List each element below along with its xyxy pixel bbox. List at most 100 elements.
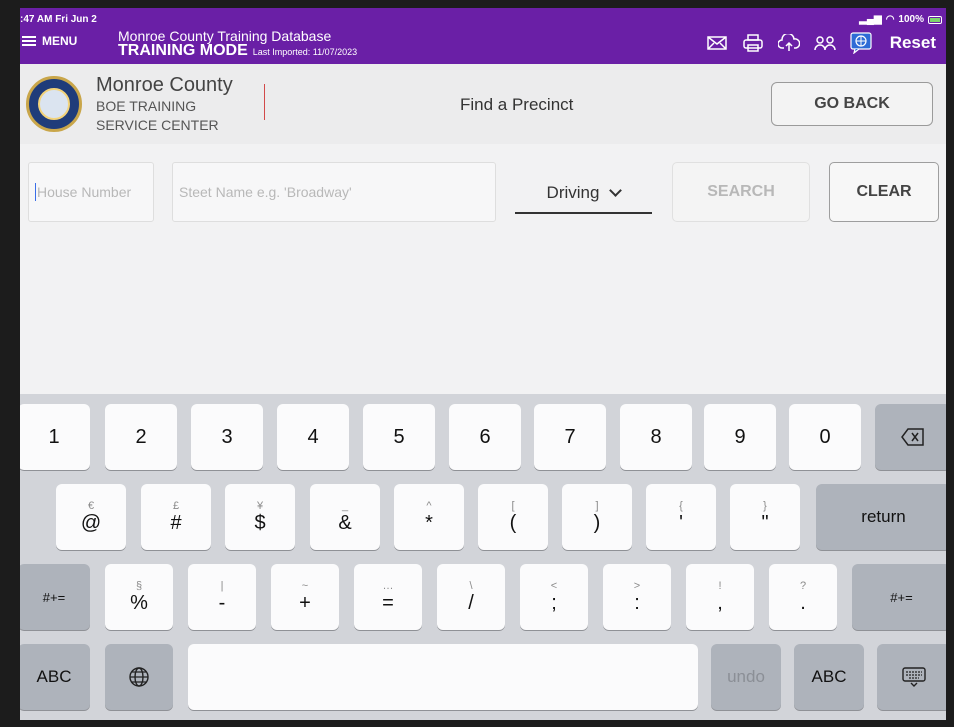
chevron-down-icon xyxy=(609,183,623,197)
key-alt-char: < xyxy=(550,580,558,592)
key-char: " xyxy=(761,512,769,534)
key-9[interactable]: 9 xyxy=(704,404,776,470)
cloud-upload-icon[interactable] xyxy=(777,32,800,54)
menu-label: MENU xyxy=(42,34,78,48)
travel-mode-select[interactable]: Driving xyxy=(515,174,652,214)
key-2[interactable]: 2 xyxy=(105,404,177,470)
key-6[interactable]: 6 xyxy=(449,404,521,470)
county-header: Monroe County BOE TRAINING SERVICE CENTE… xyxy=(20,64,946,144)
symbols-key-right[interactable]: #+= xyxy=(852,564,946,630)
key-right-paren[interactable]: ]) xyxy=(562,484,632,550)
key-semicolon[interactable]: <; xyxy=(520,564,588,630)
go-back-button[interactable]: GO BACK xyxy=(771,82,933,126)
key-char: / xyxy=(468,592,474,614)
key-alt-char: £ xyxy=(172,500,180,512)
battery-icon xyxy=(928,15,942,24)
key-char: % xyxy=(130,592,148,614)
abc-key-left[interactable]: ABC xyxy=(20,644,90,710)
key-alt-char: ! xyxy=(718,580,722,592)
ipad-screen: :47 AM Fri Jun 2 ▂▄▆ ◠ 100% MENU Monroe … xyxy=(20,8,946,720)
key-alt-char: … xyxy=(382,580,394,592)
street-name-input[interactable]: Steet Name e.g. 'Broadway' xyxy=(172,162,496,222)
header-toolbar: Reset xyxy=(706,32,936,54)
key-char: ) xyxy=(593,512,601,534)
key-8[interactable]: 8 xyxy=(620,404,692,470)
hide-keyboard-key[interactable] xyxy=(877,644,946,710)
county-name: Monroe County xyxy=(96,74,233,96)
symbols-key-left[interactable]: #+= xyxy=(20,564,90,630)
key-char: # xyxy=(170,512,182,534)
key-hyphen[interactable]: | - xyxy=(188,564,256,630)
key-alt-char: > xyxy=(633,580,641,592)
key-hash[interactable]: £ # xyxy=(141,484,211,550)
org-line-1: BOE TRAINING xyxy=(96,98,197,114)
abc-key-right[interactable]: ABC xyxy=(794,644,864,710)
key-alt-char: _ xyxy=(341,500,349,512)
mail-icon[interactable] xyxy=(706,32,728,54)
clear-button[interactable]: CLEAR xyxy=(829,162,939,222)
space-key[interactable] xyxy=(188,644,698,710)
key-percent[interactable]: §% xyxy=(105,564,173,630)
key-5[interactable]: 5 xyxy=(363,404,435,470)
key-alt-char: € xyxy=(87,500,95,512)
key-period[interactable]: ?. xyxy=(769,564,837,630)
key-7[interactable]: 7 xyxy=(534,404,606,470)
key-char: $ xyxy=(254,512,266,534)
printer-icon[interactable] xyxy=(742,32,764,54)
backspace-key[interactable] xyxy=(875,404,946,470)
search-button[interactable]: SEARCH xyxy=(672,162,810,222)
key-comma[interactable]: !, xyxy=(686,564,754,630)
key-apostrophe[interactable]: {' xyxy=(646,484,716,550)
key-ampersand[interactable]: _ & xyxy=(310,484,380,550)
app-header: :47 AM Fri Jun 2 ▂▄▆ ◠ 100% MENU Monroe … xyxy=(20,8,946,64)
key-dollar[interactable]: ¥ $ xyxy=(225,484,295,550)
key-char: ( xyxy=(509,512,517,534)
key-alt-char: } xyxy=(763,500,767,512)
page-title: Find a Precinct xyxy=(460,95,574,114)
key-char: ; xyxy=(551,592,557,614)
key-equals[interactable]: … = xyxy=(354,564,422,630)
key-alt-char: ¥ xyxy=(256,500,264,512)
key-3[interactable]: 3 xyxy=(191,404,263,470)
key-asterisk[interactable]: ^ * xyxy=(394,484,464,550)
mode-line: TRAINING MODE Last Imported: 11/07/2023 xyxy=(118,42,357,60)
key-alt-char: ~ xyxy=(301,580,309,592)
key-char: ' xyxy=(679,512,683,534)
key-0[interactable]: 0 xyxy=(789,404,861,470)
key-plus[interactable]: ~ + xyxy=(271,564,339,630)
key-alt-char: ] xyxy=(595,500,599,512)
status-indicators: ▂▄▆ ◠ 100% xyxy=(859,14,942,25)
key-left-paren[interactable]: [( xyxy=(478,484,548,550)
key-1[interactable]: 1 xyxy=(20,404,90,470)
reset-button[interactable]: Reset xyxy=(890,33,936,53)
return-key[interactable]: return xyxy=(816,484,946,550)
wifi-icon: ◠ xyxy=(885,14,895,25)
onscreen-keyboard: 1 2 3 4 5 6 7 8 9 0 € @ £ # ¥ $ _ & ^ * [( ])… xyxy=(20,394,946,720)
key-char: & xyxy=(338,512,352,534)
key-char: = xyxy=(382,592,394,614)
key-at[interactable]: € @ xyxy=(56,484,126,550)
key-char: , xyxy=(717,592,723,614)
street-name-placeholder: Steet Name e.g. 'Broadway' xyxy=(179,184,352,200)
key-char: . xyxy=(800,592,806,614)
chat-globe-icon[interactable] xyxy=(850,32,872,54)
key-4[interactable]: 4 xyxy=(277,404,349,470)
users-icon[interactable] xyxy=(813,32,836,54)
house-number-input[interactable]: House Number xyxy=(28,162,154,222)
keyboard-dismiss-icon xyxy=(902,667,926,687)
key-char: @ xyxy=(80,512,102,534)
globe-icon xyxy=(129,667,149,687)
key-char: + xyxy=(299,592,311,614)
key-colon[interactable]: >: xyxy=(603,564,671,630)
key-alt-char: ? xyxy=(799,580,807,592)
undo-key[interactable]: undo xyxy=(711,644,781,710)
house-number-placeholder: House Number xyxy=(37,184,132,200)
signal-icon: ▂▄▆ xyxy=(859,14,882,25)
menu-button[interactable]: MENU xyxy=(22,34,77,48)
org-line-2: SERVICE CENTER xyxy=(96,117,219,133)
globe-key[interactable] xyxy=(105,644,173,710)
key-slash[interactable]: \ / xyxy=(437,564,505,630)
county-seal-logo xyxy=(26,76,82,132)
key-quote[interactable]: } " xyxy=(730,484,800,550)
text-cursor xyxy=(35,183,36,201)
